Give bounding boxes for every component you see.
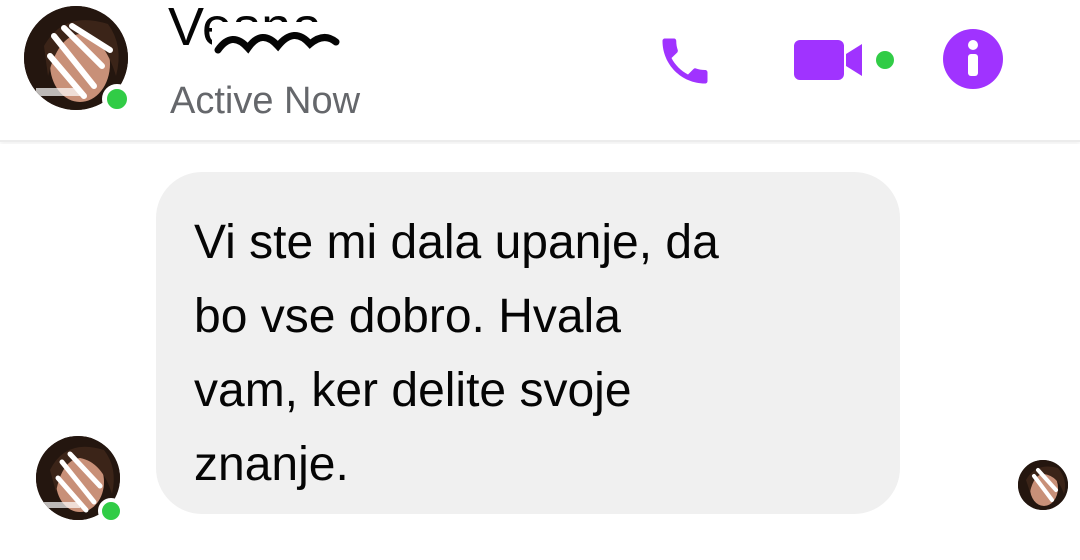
voice-call-button[interactable]: [650, 26, 720, 96]
info-icon: [943, 29, 1003, 89]
video-camera-icon: [794, 40, 862, 80]
active-status-text: Active Now: [170, 80, 361, 122]
name-redaction-scribble: [212, 22, 342, 60]
contact-avatar-button[interactable]: [24, 6, 132, 114]
phone-icon: [662, 38, 708, 84]
messenger-chat-screen: Vesna Active Now: [0, 0, 1080, 560]
video-active-indicator: [876, 51, 894, 69]
message-text: Vi ste mi dala upanje, da bo vse dobro. …: [194, 216, 719, 491]
video-call-button[interactable]: [790, 30, 868, 90]
online-status-indicator: [98, 498, 124, 524]
message-thread[interactable]: Vi ste mi dala upanje, da bo vse dobro. …: [0, 144, 1080, 560]
read-receipt-avatar: [1018, 460, 1068, 510]
online-status-indicator: [102, 84, 132, 114]
avatar-photo-image: [1018, 460, 1068, 510]
message-bubble[interactable]: Vi ste mi dala upanje, da bo vse dobro. …: [156, 172, 900, 514]
sender-avatar[interactable]: [36, 436, 124, 524]
conversation-info-button[interactable]: [940, 26, 1006, 92]
chat-header: Vesna Active Now: [0, 0, 1080, 142]
